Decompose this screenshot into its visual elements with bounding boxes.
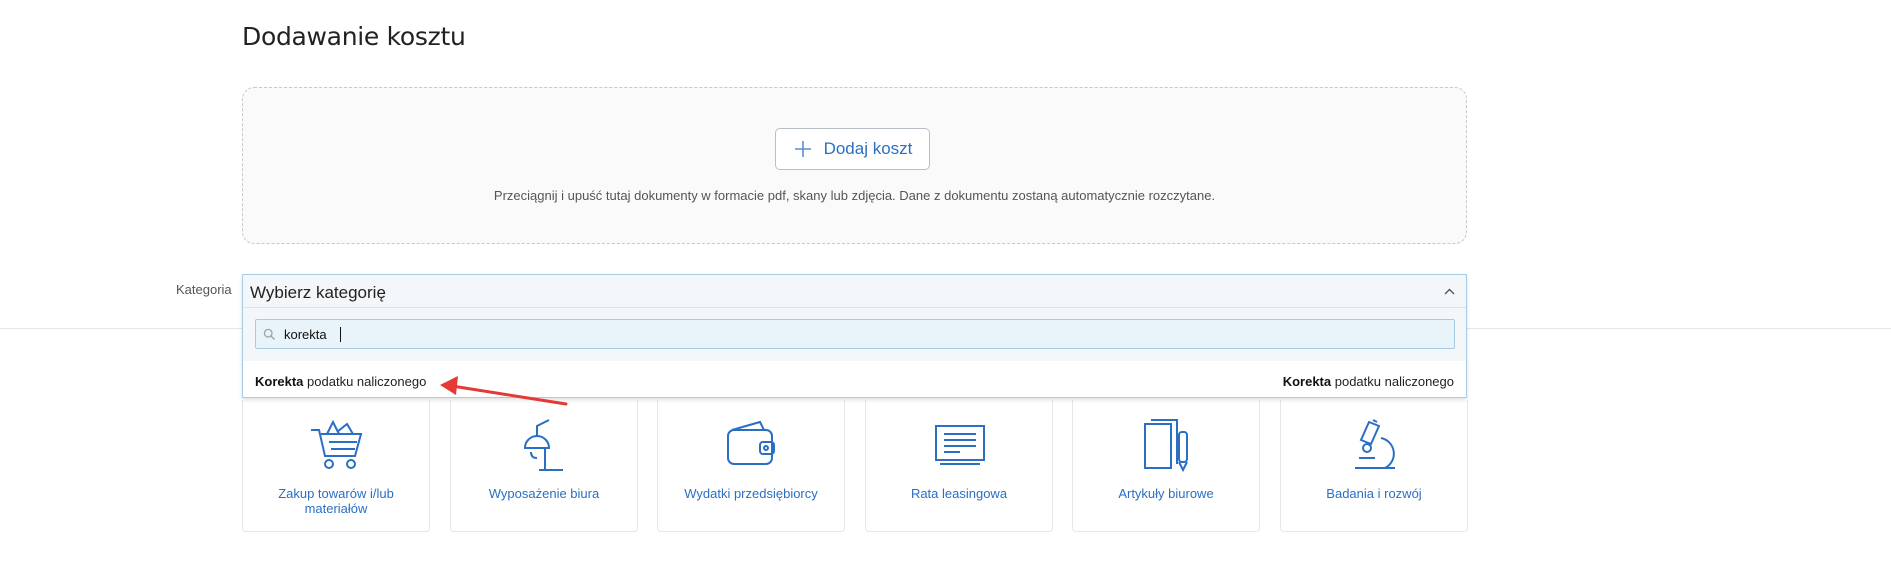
- microscope-icon: [1345, 418, 1405, 472]
- category-tiles: Zakup towarów i/lub materiałów Wyposażen…: [242, 400, 1468, 532]
- category-label: Kategoria: [176, 282, 232, 297]
- tile-label: Rata leasingowa: [910, 486, 1008, 501]
- plus-icon: [793, 139, 813, 159]
- desk-lamp-icon: [515, 418, 575, 472]
- tile-office-equipment[interactable]: Wyposażenie biura: [450, 400, 638, 532]
- category-selected-value: Wybierz kategorię: [250, 283, 386, 302]
- leasing-document-icon: [930, 418, 990, 472]
- tile-label: Wydatki przedsiębiorcy: [684, 486, 818, 501]
- add-cost-button-label: Dodaj koszt: [823, 139, 913, 158]
- category-option-label-right: Korekta podatku naliczonego: [1282, 374, 1454, 389]
- category-search-input[interactable]: [284, 323, 1434, 345]
- shopping-cart-icon: [307, 418, 367, 472]
- tile-purchase-goods[interactable]: Zakup towarów i/lub materiałów: [242, 400, 430, 532]
- tile-leasing-installment[interactable]: Rata leasingowa: [865, 400, 1053, 532]
- category-dropdown[interactable]: Wybierz kategorię Korekta podatku nalicz…: [242, 274, 1467, 398]
- document-dropzone[interactable]: Dodaj koszt Przeciągnij i upuść tutaj do…: [242, 87, 1467, 244]
- tile-label: Zakup towarów i/lub materiałów: [278, 486, 394, 516]
- tile-research-development[interactable]: Badania i rozwój: [1280, 400, 1468, 532]
- tile-label: Artykuły biurowe: [1118, 486, 1214, 501]
- tile-label: Badania i rozwój: [1326, 486, 1422, 501]
- wallet-icon: [722, 418, 782, 472]
- category-search-area: [243, 308, 1466, 361]
- dropzone-hint: Przeciągnij i upuść tutaj dokumenty w fo…: [493, 188, 1216, 203]
- page-title: Dodawanie kosztu: [242, 22, 466, 51]
- tile-label: Wyposażenie biura: [488, 486, 600, 501]
- text-cursor: [340, 327, 341, 342]
- add-cost-button[interactable]: Dodaj koszt: [775, 128, 930, 170]
- category-option-label: Korekta podatku naliczonego: [255, 374, 427, 389]
- tile-office-supplies[interactable]: Artykuły biurowe: [1072, 400, 1260, 532]
- category-search-box[interactable]: [255, 319, 1455, 349]
- chevron-up-icon[interactable]: [1443, 285, 1456, 298]
- category-select[interactable]: Wybierz kategorię: [243, 275, 1466, 308]
- tile-entrepreneur-expenses[interactable]: Wydatki przedsiębiorcy: [657, 400, 845, 532]
- search-icon: [263, 328, 276, 341]
- category-option[interactable]: Korekta podatku naliczonego Korekta poda…: [243, 361, 1466, 397]
- office-supplies-icon: [1137, 418, 1197, 473]
